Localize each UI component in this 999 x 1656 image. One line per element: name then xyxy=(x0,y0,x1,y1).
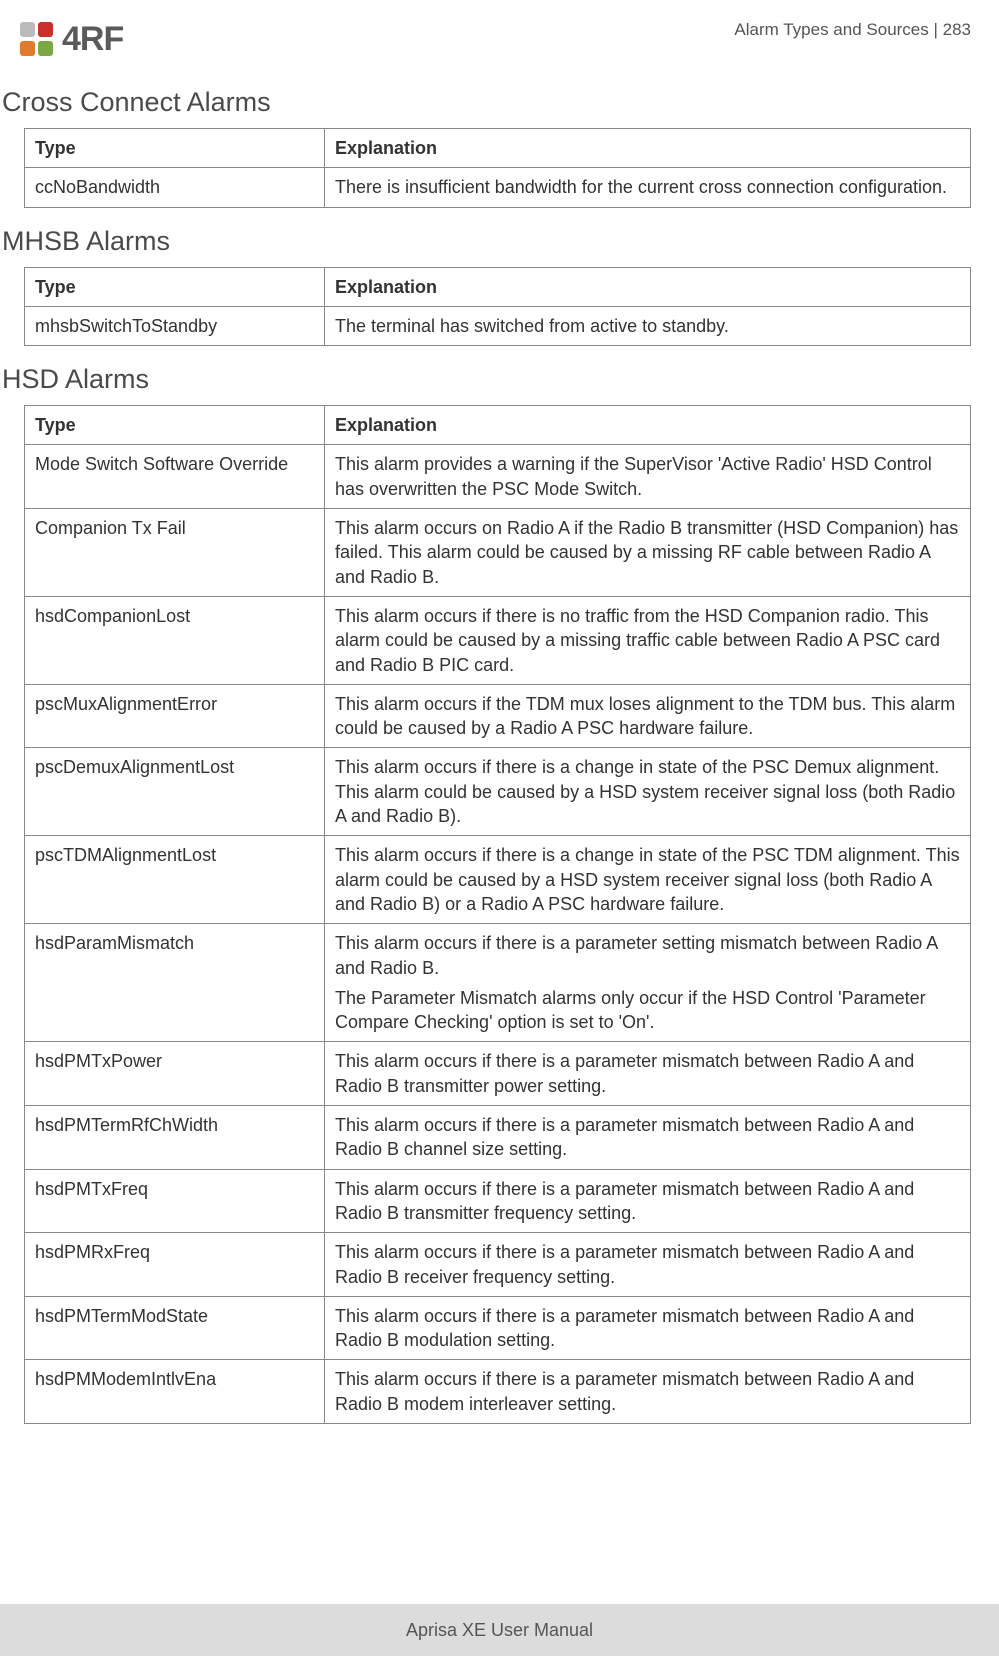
table-row: hsdPMModemIntlvEnaThis alarm occurs if t… xyxy=(25,1360,971,1424)
table-row: mhsbSwitchToStandbyThe terminal has swit… xyxy=(25,306,971,345)
column-header: Explanation xyxy=(325,267,971,306)
table-row: Mode Switch Software OverrideThis alarm … xyxy=(25,445,971,509)
alarm-explanation: The terminal has switched from active to… xyxy=(325,306,971,345)
alarm-explanation: This alarm occurs if there is a paramete… xyxy=(325,1296,971,1360)
alarm-type: hsdPMTermModState xyxy=(25,1296,325,1360)
alarm-explanation: This alarm occurs if there is a paramete… xyxy=(325,1042,971,1106)
table-row: ccNoBandwidthThere is insufficient bandw… xyxy=(25,168,971,207)
table-row: hsdCompanionLostThis alarm occurs if the… xyxy=(25,596,971,684)
column-header: Type xyxy=(25,406,325,445)
alarm-type: hsdPMTermRfChWidth xyxy=(25,1106,325,1170)
alarm-type: ccNoBandwidth xyxy=(25,168,325,207)
alarm-explanation: This alarm occurs if there is no traffic… xyxy=(325,596,971,684)
alarm-type: pscTDMAlignmentLost xyxy=(25,836,325,924)
page-header: 4RF Alarm Types and Sources | 283 xyxy=(2,20,971,59)
alarm-table: TypeExplanationmhsbSwitchToStandbyThe te… xyxy=(24,267,971,347)
logo-icon xyxy=(20,22,56,58)
table-row: hsdPMTxPowerThis alarm occurs if there i… xyxy=(25,1042,971,1106)
header-right-text: Alarm Types and Sources | 283 xyxy=(734,20,971,40)
table-row: Companion Tx FailThis alarm occurs on Ra… xyxy=(25,509,971,597)
section-heading: HSD Alarms xyxy=(2,364,971,395)
table-row: hsdParamMismatchThis alarm occurs if the… xyxy=(25,924,971,1042)
alarm-explanation: This alarm occurs if there is a paramete… xyxy=(325,1106,971,1170)
alarm-explanation: This alarm occurs if there is a paramete… xyxy=(325,1360,971,1424)
logo: 4RF xyxy=(2,20,123,59)
alarm-explanation: This alarm provides a warning if the Sup… xyxy=(325,445,971,509)
alarm-type: Mode Switch Software Override xyxy=(25,445,325,509)
alarm-type: pscMuxAlignmentError xyxy=(25,684,325,748)
alarm-table: TypeExplanationccNoBandwidthThere is ins… xyxy=(24,128,971,208)
alarm-explanation: This alarm occurs if the TDM mux loses a… xyxy=(325,684,971,748)
alarm-explanation: This alarm occurs on Radio A if the Radi… xyxy=(325,509,971,597)
section-heading: MHSB Alarms xyxy=(2,226,971,257)
alarm-type: hsdPMModemIntlvEna xyxy=(25,1360,325,1424)
table-row: hsdPMTermRfChWidthThis alarm occurs if t… xyxy=(25,1106,971,1170)
table-row: pscMuxAlignmentErrorThis alarm occurs if… xyxy=(25,684,971,748)
logo-text: 4RF xyxy=(62,20,123,59)
alarm-explanation: This alarm occurs if there is a paramete… xyxy=(325,1169,971,1233)
alarm-explanation: This alarm occurs if there is a paramete… xyxy=(325,1233,971,1297)
table-row: pscTDMAlignmentLostThis alarm occurs if … xyxy=(25,836,971,924)
footer-text: Aprisa XE User Manual xyxy=(406,1620,593,1641)
alarm-type: hsdParamMismatch xyxy=(25,924,325,1042)
alarm-explanation: This alarm occurs if there is a paramete… xyxy=(325,924,971,1042)
table-row: hsdPMTermModStateThis alarm occurs if th… xyxy=(25,1296,971,1360)
alarm-type: hsdCompanionLost xyxy=(25,596,325,684)
alarm-type: hsdPMTxFreq xyxy=(25,1169,325,1233)
alarm-type: mhsbSwitchToStandby xyxy=(25,306,325,345)
alarm-table: TypeExplanationMode Switch Software Over… xyxy=(24,405,971,1424)
column-header: Explanation xyxy=(325,129,971,168)
column-header: Type xyxy=(25,267,325,306)
alarm-type: hsdPMTxPower xyxy=(25,1042,325,1106)
alarm-type: Companion Tx Fail xyxy=(25,509,325,597)
alarm-explanation: There is insufficient bandwidth for the … xyxy=(325,168,971,207)
alarm-explanation: This alarm occurs if there is a change i… xyxy=(325,748,971,836)
table-row: hsdPMRxFreqThis alarm occurs if there is… xyxy=(25,1233,971,1297)
table-row: pscDemuxAlignmentLostThis alarm occurs i… xyxy=(25,748,971,836)
alarm-type: hsdPMRxFreq xyxy=(25,1233,325,1297)
column-header: Explanation xyxy=(325,406,971,445)
column-header: Type xyxy=(25,129,325,168)
page-footer: Aprisa XE User Manual xyxy=(0,1604,999,1656)
section-heading: Cross Connect Alarms xyxy=(2,87,971,118)
table-row: hsdPMTxFreqThis alarm occurs if there is… xyxy=(25,1169,971,1233)
alarm-explanation: This alarm occurs if there is a change i… xyxy=(325,836,971,924)
alarm-type: pscDemuxAlignmentLost xyxy=(25,748,325,836)
